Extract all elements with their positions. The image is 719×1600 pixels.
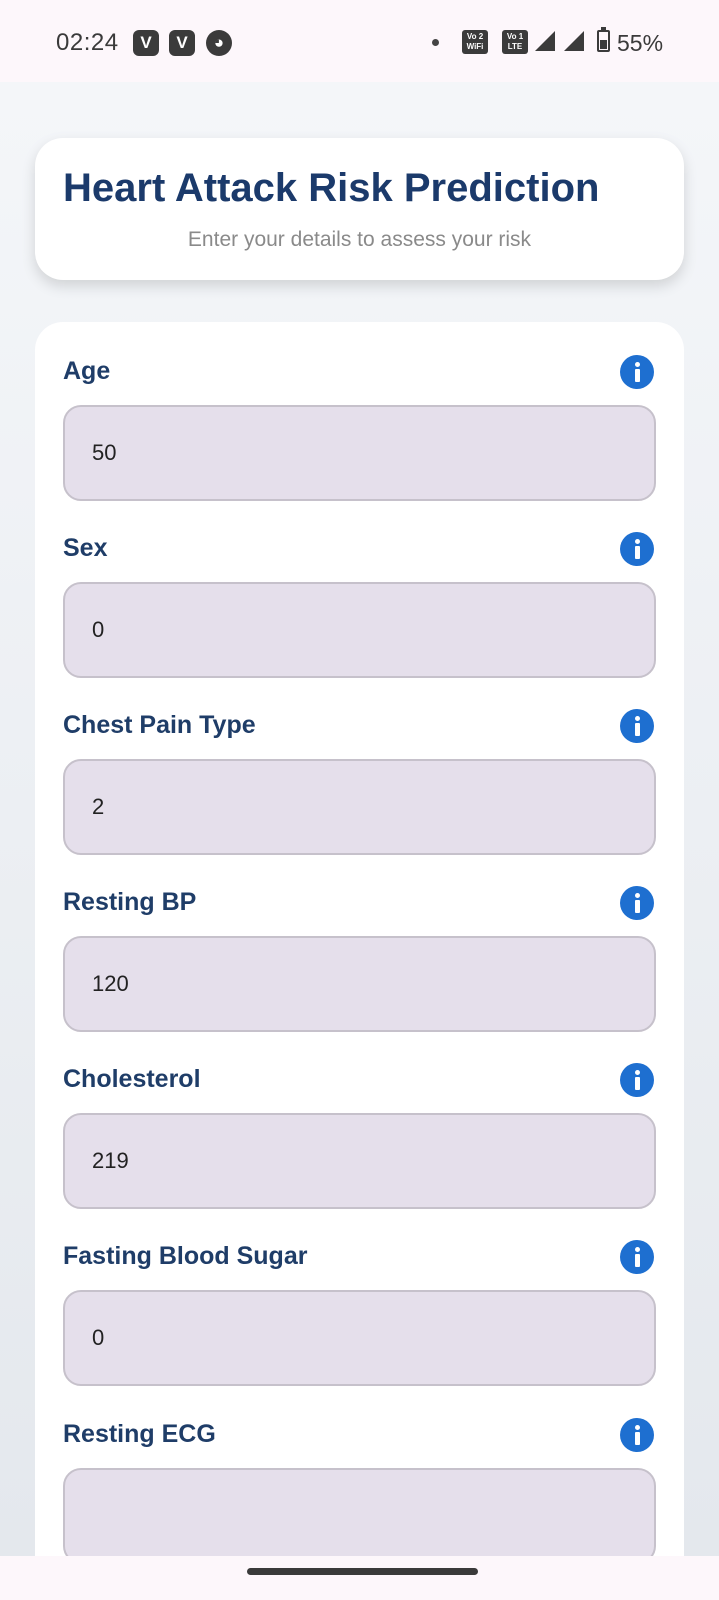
page-title: Heart Attack Risk Prediction <box>63 166 600 210</box>
resting-ecg-input[interactable] <box>63 1468 656 1564</box>
info-icon[interactable] <box>620 1418 654 1452</box>
notification-v-icon: V <box>169 30 195 56</box>
fasting-blood-sugar-input[interactable] <box>63 1290 656 1386</box>
battery-percent: 55% <box>617 30 664 56</box>
home-gesture-handle[interactable] <box>247 1568 478 1575</box>
info-icon[interactable] <box>620 355 654 389</box>
header-card: Heart Attack Risk Prediction Enter your … <box>35 138 684 280</box>
resting-bp-input[interactable] <box>63 936 656 1032</box>
field-label: Fasting Blood Sugar <box>63 1242 308 1270</box>
vowifi-icon: Vo 2 WiFi <box>462 30 488 54</box>
status-bar: 02:24 V V ◕ Vo 2 WiFi Vo 1 LTE 55% <box>0 0 719 82</box>
chest-pain-type-input[interactable] <box>63 759 656 855</box>
field-label: Cholesterol <box>63 1065 201 1093</box>
navigation-bar <box>0 1556 719 1600</box>
cholesterol-input[interactable] <box>63 1113 656 1209</box>
volte-icon: Vo 1 LTE <box>502 30 528 54</box>
info-icon[interactable] <box>620 1063 654 1097</box>
notification-dot-icon <box>432 39 439 46</box>
field-label: Chest Pain Type <box>63 711 256 739</box>
sex-input[interactable] <box>63 582 656 678</box>
signal-icon <box>564 31 584 51</box>
info-icon[interactable] <box>620 1240 654 1274</box>
signal-icon <box>535 31 555 51</box>
page-subtitle: Enter your details to assess your risk <box>187 228 532 251</box>
field-label: Age <box>63 357 111 385</box>
field-label: Resting ECG <box>63 1420 216 1448</box>
age-input[interactable] <box>63 405 656 501</box>
info-icon[interactable] <box>620 886 654 920</box>
notification-globe-icon: ◕ <box>206 30 232 56</box>
form-card: Age Sex Chest Pain Type Resting BP Chole… <box>35 322 684 1580</box>
app-screen: Heart Attack Risk Prediction Enter your … <box>0 82 719 1580</box>
info-icon[interactable] <box>620 709 654 743</box>
battery-level <box>600 40 607 49</box>
field-label: Resting BP <box>63 888 197 916</box>
info-icon[interactable] <box>620 532 654 566</box>
field-label: Sex <box>63 534 108 562</box>
battery-icon <box>597 27 610 52</box>
status-time: 02:24 <box>56 29 119 56</box>
notification-v-icon: V <box>133 30 159 56</box>
